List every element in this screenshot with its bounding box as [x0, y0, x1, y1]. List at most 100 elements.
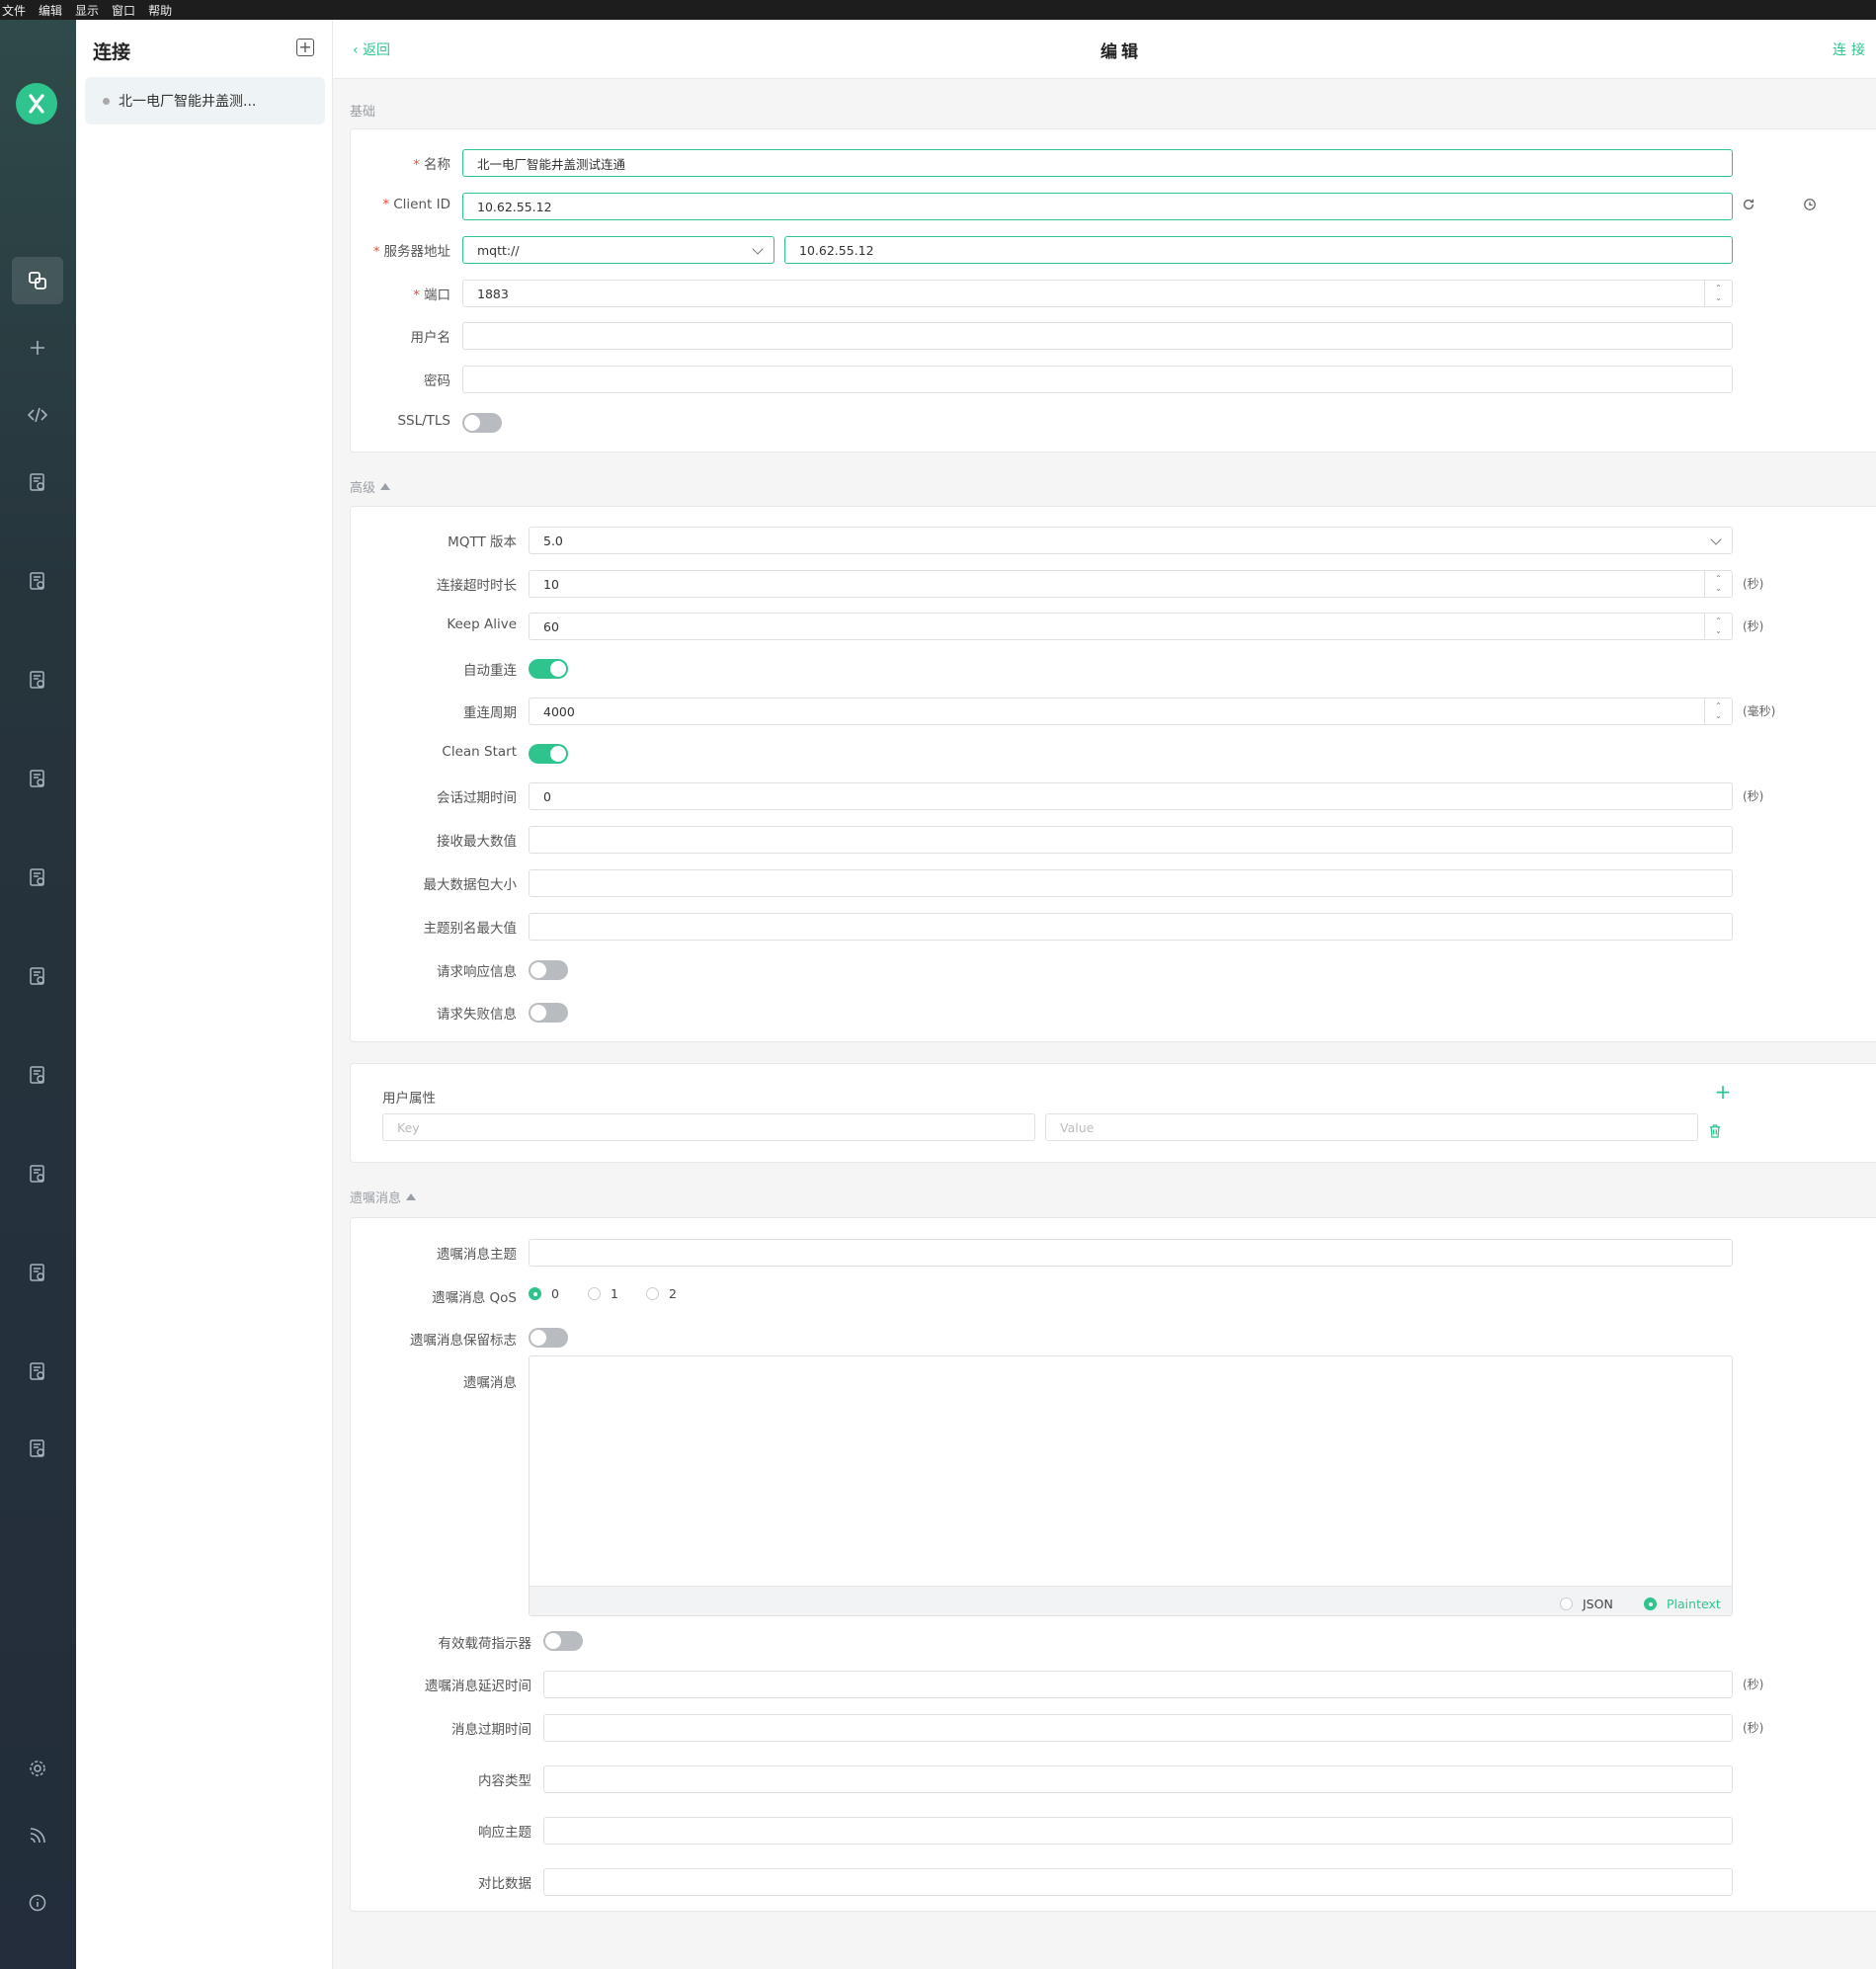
mqtt-version-select[interactable]: 5.0 [529, 527, 1733, 554]
timeout-input[interactable]: 10 ⌃ ⌄ [529, 570, 1733, 598]
section-will-label[interactable]: 遗嘱消息 [350, 1188, 417, 1206]
timeout-stepper[interactable]: ⌃ ⌄ [1704, 571, 1732, 597]
port-stepper[interactable]: ⌃ ⌄ [1704, 281, 1732, 306]
connection-list-panel: 连接 + 北一电厂智能井盖测... [76, 20, 333, 1969]
request-problem-toggle[interactable] [529, 1003, 568, 1023]
will-message-label: 遗嘱消息 [463, 1375, 517, 1391]
qos-1-radio[interactable]: 1 [588, 1286, 618, 1301]
will-topic-input[interactable] [529, 1239, 1733, 1267]
reconnect-period-input[interactable]: 4000 ⌃ ⌄ [529, 697, 1733, 725]
clock-icon[interactable] [1802, 197, 1818, 212]
section-advanced-label[interactable]: 高级 [350, 477, 391, 496]
port-label: * 端口 [413, 287, 450, 303]
menu-window[interactable]: 窗口 [112, 2, 135, 19]
menu-bar: 文件 编辑 显示 窗口 帮助 [0, 0, 1876, 20]
keepalive-stepper[interactable]: ⌃ ⌄ [1704, 614, 1732, 639]
icon-sidebar [0, 20, 76, 1969]
name-label: * 名称 [413, 157, 450, 173]
response-topic-input[interactable] [543, 1817, 1733, 1845]
request-response-toggle[interactable] [529, 960, 568, 980]
reconnect-period-unit: (毫秒) [1743, 704, 1776, 718]
menu-help[interactable]: 帮助 [148, 2, 172, 19]
log-icon[interactable] [12, 854, 63, 901]
menu-file[interactable]: 文件 [2, 2, 26, 19]
correlation-data-label: 对比数据 [478, 1876, 531, 1892]
host-input[interactable]: 10.62.55.12 [784, 236, 1733, 264]
qos-0-radio[interactable]: 0 [529, 1286, 559, 1301]
connections-icon[interactable] [12, 257, 63, 304]
message-expiry-label: 消息过期时间 [451, 1722, 531, 1738]
request-problem-label: 请求失败信息 [437, 1007, 517, 1023]
ssl-toggle[interactable] [462, 413, 502, 433]
port-value: 1883 [477, 286, 509, 301]
keepalive-value: 60 [543, 618, 559, 634]
about-icon[interactable] [12, 1879, 63, 1927]
password-input[interactable] [462, 366, 1733, 393]
protocol-select[interactable]: mqtt:// [462, 236, 775, 264]
property-key-input[interactable]: Key [382, 1113, 1035, 1141]
value-placeholder: Value [1060, 1119, 1095, 1135]
receive-max-input[interactable] [529, 826, 1733, 854]
log-icon[interactable] [12, 1051, 63, 1099]
feed-icon[interactable] [12, 1812, 63, 1859]
qos-2-radio[interactable]: 2 [646, 1286, 677, 1301]
will-retain-label: 遗嘱消息保留标志 [410, 1333, 517, 1349]
topic-alias-input[interactable] [529, 913, 1733, 941]
content-type-input[interactable] [543, 1765, 1733, 1793]
content-type-label: 内容类型 [478, 1773, 531, 1789]
port-input[interactable]: 1883 ⌃ ⌄ [462, 280, 1733, 307]
keepalive-input[interactable]: 60 ⌃ ⌄ [529, 613, 1733, 640]
caret-up-icon [380, 483, 391, 490]
log-icon[interactable] [12, 1425, 63, 1472]
will-retain-toggle[interactable] [529, 1328, 568, 1348]
correlation-data-input[interactable] [543, 1868, 1733, 1896]
max-packet-input[interactable] [529, 869, 1733, 897]
keepalive-unit: (秒) [1743, 619, 1764, 633]
log-icon[interactable] [12, 952, 63, 1000]
connect-button[interactable]: 连接 [1833, 40, 1870, 59]
client-id-input[interactable]: 10.62.55.12 [462, 193, 1733, 220]
add-connection-button[interactable]: + [296, 39, 314, 56]
auto-reconnect-label: 自动重连 [463, 663, 517, 679]
username-input[interactable] [462, 322, 1733, 350]
connection-item-name: 北一电厂智能井盖测... [119, 94, 257, 110]
page-header: ‹ 返回 编辑 连接 [333, 20, 1876, 79]
add-property-icon[interactable]: + [1715, 1080, 1732, 1104]
max-packet-label: 最大数据包大小 [423, 877, 518, 893]
log-icon[interactable] [12, 1249, 63, 1296]
log-icon[interactable] [12, 557, 63, 605]
settings-icon[interactable] [12, 1745, 63, 1792]
menu-edit[interactable]: 编辑 [39, 2, 62, 19]
payload-indicator-toggle[interactable] [543, 1631, 583, 1651]
log-icon[interactable] [12, 755, 63, 802]
clean-start-toggle[interactable] [529, 744, 568, 764]
auto-reconnect-toggle[interactable] [529, 659, 568, 679]
script-icon[interactable] [12, 391, 63, 439]
refresh-icon[interactable] [1741, 197, 1756, 212]
property-value-input[interactable]: Value [1045, 1113, 1698, 1141]
new-connection-icon[interactable] [12, 324, 63, 371]
format-bar [530, 1586, 1732, 1615]
back-button[interactable]: ‹ 返回 [353, 40, 390, 59]
session-expiry-label: 会话过期时间 [437, 790, 517, 806]
will-delay-input[interactable] [543, 1671, 1733, 1698]
reconnect-period-label: 重连周期 [463, 705, 517, 721]
log-icon[interactable] [12, 1348, 63, 1395]
delete-icon[interactable] [1708, 1123, 1722, 1139]
format-plaintext-radio[interactable]: Plaintext [1644, 1597, 1721, 1611]
caret-up-icon [406, 1193, 417, 1200]
session-expiry-input[interactable]: 0 [529, 782, 1733, 810]
menu-view[interactable]: 显示 [75, 2, 99, 19]
server-label: * 服务器地址 [372, 244, 450, 260]
log-icon[interactable] [12, 656, 63, 703]
reconnect-period-stepper[interactable]: ⌃ ⌄ [1704, 698, 1732, 724]
format-json-radio[interactable]: JSON [1560, 1597, 1613, 1611]
will-message-editor[interactable] [529, 1355, 1733, 1616]
name-input[interactable]: 北一电厂智能井盖测试连通 [462, 149, 1733, 177]
log-icon[interactable] [12, 458, 63, 506]
connection-item[interactable]: 北一电厂智能井盖测... [85, 77, 325, 124]
message-expiry-input[interactable] [543, 1714, 1733, 1742]
log-icon[interactable] [12, 1150, 63, 1197]
username-label: 用户名 [410, 330, 451, 346]
user-properties-label: 用户属性 [382, 1091, 436, 1107]
